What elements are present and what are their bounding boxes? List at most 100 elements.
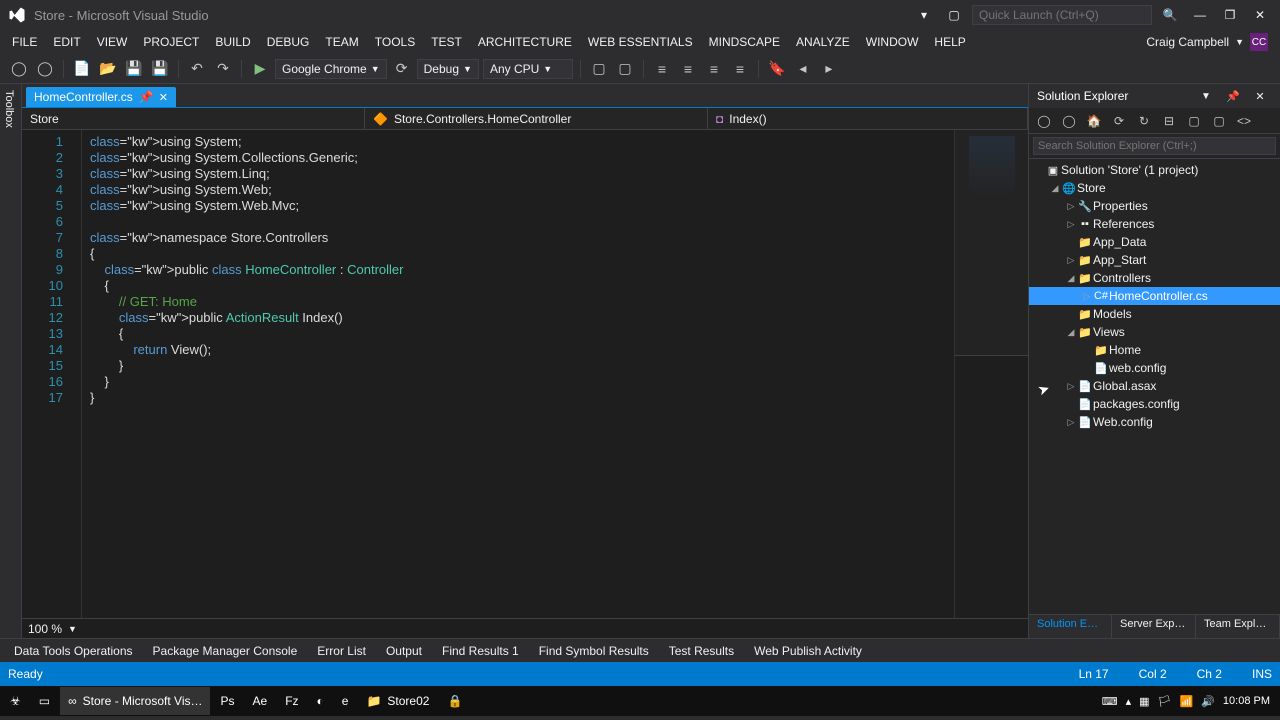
panel-tab-0[interactable]: Solution Ex… <box>1029 615 1112 638</box>
flag-icon[interactable]: 🏳 <box>1158 695 1172 708</box>
menu-window[interactable]: WINDOW <box>858 31 927 53</box>
tb-icon-2[interactable]: ▢ <box>614 58 636 80</box>
bottom-tab-output[interactable]: Output <box>376 641 432 661</box>
menu-help[interactable]: HELP <box>926 31 973 53</box>
menu-tools[interactable]: TOOLS <box>367 31 423 53</box>
network-icon[interactable]: 📶 <box>1180 695 1194 708</box>
fwd-icon[interactable]: ◯ <box>1058 110 1080 132</box>
bottom-tab-data-tools-operations[interactable]: Data Tools Operations <box>4 641 143 661</box>
quick-launch-input[interactable] <box>972 5 1152 25</box>
prev-bookmark-button[interactable]: ◂ <box>792 58 814 80</box>
properties-icon[interactable]: ▢ <box>1208 110 1230 132</box>
tray-up-icon[interactable]: ▴ <box>1126 695 1132 708</box>
menu-test[interactable]: TEST <box>423 31 470 53</box>
toolbox-strip[interactable]: Toolbox <box>0 84 22 638</box>
system-tray[interactable]: ⌨ ▴ ▦ 🏳 📶 🔊 10:08 PM <box>1102 695 1278 708</box>
bottom-tab-web-publish-activity[interactable]: Web Publish Activity <box>744 641 872 661</box>
panel-tab-2[interactable]: Team Explo… <box>1196 615 1280 638</box>
code-editor[interactable]: class="kw">using System;class="kw">using… <box>82 130 954 618</box>
nav-back-button[interactable]: ◯ <box>8 58 30 80</box>
panel-close-icon[interactable]: ✕ <box>1248 86 1272 106</box>
indent-button[interactable]: ≡ <box>677 58 699 80</box>
save-all-button[interactable]: 💾 <box>149 58 171 80</box>
sync-icon[interactable]: ⟳ <box>1108 110 1130 132</box>
nav-class-combo[interactable]: 🔶Store.Controllers.HomeController <box>365 108 708 129</box>
bottom-tab-find-results-1[interactable]: Find Results 1 <box>432 641 529 661</box>
menu-analyze[interactable]: ANALYZE <box>788 31 858 53</box>
tb-icon-1[interactable]: ▢ <box>588 58 610 80</box>
menu-team[interactable]: TEAM <box>317 31 366 53</box>
panel-tab-1[interactable]: Server Explo… <box>1112 615 1196 638</box>
tree-properties[interactable]: ▷🔧Properties <box>1029 197 1280 215</box>
scroll-map[interactable] <box>954 130 1028 618</box>
bottom-tab-find-symbol-results[interactable]: Find Symbol Results <box>529 641 659 661</box>
menu-mindscape[interactable]: MINDSCAPE <box>701 31 788 53</box>
task-ae[interactable]: Ae <box>245 687 276 715</box>
pin-icon[interactable]: 📌 <box>139 90 153 104</box>
clock[interactable]: 10:08 PM <box>1223 695 1270 707</box>
start-button[interactable]: ▶ <box>249 58 271 80</box>
home-icon[interactable]: 🏠 <box>1083 110 1105 132</box>
keyboard-icon[interactable]: ⌨ <box>1102 695 1118 708</box>
tree-models[interactable]: 📁Models <box>1029 305 1280 323</box>
tree-homecontroller-cs[interactable]: ▷C#HomeController.cs <box>1029 287 1280 305</box>
bookmark-button[interactable]: 🔖 <box>766 58 788 80</box>
task-e[interactable]: e <box>334 687 357 715</box>
tab-homecontroller[interactable]: HomeController.cs 📌 ✕ <box>26 87 176 107</box>
back-icon[interactable]: ◯ <box>1033 110 1055 132</box>
menu-web essentials[interactable]: WEB ESSENTIALS <box>580 31 701 53</box>
refresh-icon[interactable]: ↻ <box>1133 110 1155 132</box>
menu-architecture[interactable]: ARCHITECTURE <box>470 31 580 53</box>
collapse-icon[interactable]: ⊟ <box>1158 110 1180 132</box>
tree-packages-config[interactable]: 📄packages.config <box>1029 395 1280 413</box>
open-file-button[interactable]: 📂 <box>97 58 119 80</box>
tree-global-asax[interactable]: ▷📄Global.asax <box>1029 377 1280 395</box>
feedback-icon[interactable]: ▢ <box>942 5 966 25</box>
account-menu[interactable]: Craig Campbell ▼ CC <box>1138 29 1276 55</box>
close-tab-icon[interactable]: ✕ <box>159 91 168 104</box>
menu-edit[interactable]: EDIT <box>45 31 88 53</box>
browser-combo[interactable]: Google Chrome▼ <box>275 59 387 79</box>
tree-web-config[interactable]: 📄web.config <box>1029 359 1280 377</box>
volume-icon[interactable]: 🔊 <box>1201 695 1215 708</box>
task--[interactable]: ◐ <box>309 687 332 715</box>
show-all-icon[interactable]: ▢ <box>1183 110 1205 132</box>
platform-combo[interactable]: Any CPU▼ <box>483 59 573 79</box>
maximize-button[interactable]: ❐ <box>1218 5 1242 25</box>
undo-button[interactable]: ↶ <box>186 58 208 80</box>
tree-web-config[interactable]: ▷📄Web.config <box>1029 413 1280 431</box>
task--[interactable]: ☣ <box>2 687 29 715</box>
refresh-button[interactable]: ⟳ <box>391 58 413 80</box>
config-combo[interactable]: Debug▼ <box>417 59 479 79</box>
solution-search-input[interactable] <box>1033 137 1276 155</box>
tree-home[interactable]: 📁Home <box>1029 341 1280 359</box>
bottom-tab-test-results[interactable]: Test Results <box>659 641 744 661</box>
menu-project[interactable]: PROJECT <box>135 31 207 53</box>
tree-controllers[interactable]: ◢📁Controllers <box>1029 269 1280 287</box>
zoom-combo[interactable]: 100 %▼ <box>22 618 1028 638</box>
tree-app_data[interactable]: 📁App_Data <box>1029 233 1280 251</box>
tree-store[interactable]: ◢🌐Store <box>1029 179 1280 197</box>
new-project-button[interactable]: 📄 <box>71 58 93 80</box>
menu-file[interactable]: FILE <box>4 31 45 53</box>
task-store-microsoft-vis-[interactable]: ∞Store - Microsoft Vis… <box>60 687 210 715</box>
redo-button[interactable]: ↷ <box>212 58 234 80</box>
next-bookmark-button[interactable]: ▸ <box>818 58 840 80</box>
minimize-button[interactable]: — <box>1188 5 1212 25</box>
bottom-tab-package-manager-console[interactable]: Package Manager Console <box>143 641 308 661</box>
outdent-button[interactable]: ≡ <box>651 58 673 80</box>
nav-fwd-button[interactable]: ◯ <box>34 58 56 80</box>
comment-button[interactable]: ≡ <box>703 58 725 80</box>
panel-pin-icon[interactable]: 📌 <box>1221 86 1245 106</box>
tree-app_start[interactable]: ▷📁App_Start <box>1029 251 1280 269</box>
tree-references[interactable]: ▷▪▪References <box>1029 215 1280 233</box>
action-center-icon[interactable]: ▦ <box>1139 695 1149 708</box>
nav-member-combo[interactable]: ◘Index() <box>708 108 1028 129</box>
panel-menu-icon[interactable]: ▼ <box>1194 86 1218 106</box>
menu-build[interactable]: BUILD <box>207 31 258 53</box>
save-button[interactable]: 💾 <box>123 58 145 80</box>
menu-view[interactable]: VIEW <box>89 31 136 53</box>
tree-solution-store-1-project-[interactable]: ▣Solution 'Store' (1 project) <box>1029 161 1280 179</box>
uncomment-button[interactable]: ≡ <box>729 58 751 80</box>
task-store02[interactable]: 📁Store02 <box>358 687 437 715</box>
